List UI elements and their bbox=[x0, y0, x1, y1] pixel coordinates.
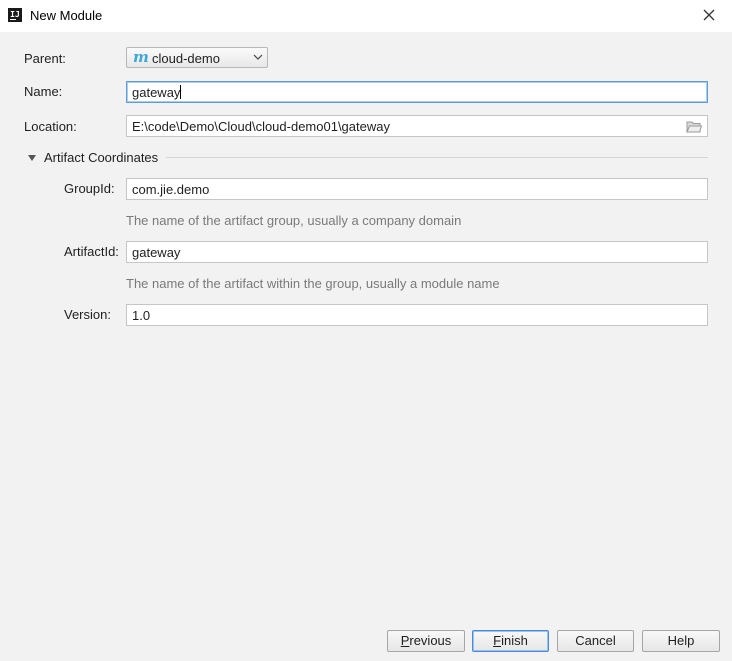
finish-mnemonic: F bbox=[493, 633, 502, 648]
help-button[interactable]: Help bbox=[642, 630, 720, 652]
artifactid-value: gateway bbox=[132, 245, 181, 260]
groupid-label: GroupId: bbox=[64, 181, 115, 196]
chevron-down-icon bbox=[253, 54, 263, 60]
groupid-field[interactable]: com.jie.demo bbox=[126, 178, 708, 200]
finish-button[interactable]: Finish bbox=[472, 630, 549, 652]
title-bar: IJ New Module bbox=[0, 0, 732, 32]
parent-dropdown[interactable]: m cloud-demo bbox=[126, 47, 268, 68]
previous-button[interactable]: Previous bbox=[387, 630, 465, 652]
version-field[interactable]: 1.0 bbox=[126, 304, 708, 326]
folder-browse-icon[interactable] bbox=[686, 120, 702, 133]
name-label: Name: bbox=[24, 84, 63, 99]
collapse-triangle-icon bbox=[28, 155, 36, 161]
artifactid-hint: The name of the artifact within the grou… bbox=[126, 276, 500, 291]
artifact-coordinates-label: Artifact Coordinates bbox=[44, 150, 159, 165]
close-icon bbox=[703, 9, 715, 21]
artifactid-label: ArtifactId: bbox=[64, 244, 119, 259]
intellij-app-icon: IJ bbox=[8, 8, 22, 22]
text-caret bbox=[180, 85, 182, 99]
finish-label: inish bbox=[501, 633, 528, 648]
artifactid-field[interactable]: gateway bbox=[126, 241, 708, 263]
version-label: Version: bbox=[64, 307, 111, 322]
close-button[interactable] bbox=[698, 5, 720, 25]
cancel-button[interactable]: Cancel bbox=[557, 630, 634, 652]
groupid-hint: The name of the artifact group, usually … bbox=[126, 213, 462, 228]
groupid-value: com.jie.demo bbox=[132, 182, 210, 197]
location-label: Location: bbox=[24, 119, 77, 134]
name-value: gateway bbox=[132, 85, 181, 100]
location-value: E:\code\Demo\Cloud\cloud-demo01\gateway bbox=[132, 119, 390, 134]
parent-value: cloud-demo bbox=[152, 51, 220, 66]
version-value: 1.0 bbox=[132, 308, 151, 323]
parent-label: Parent: bbox=[24, 51, 66, 66]
section-divider bbox=[166, 157, 708, 158]
name-field[interactable]: gateway bbox=[126, 81, 708, 103]
window-title: New Module bbox=[30, 8, 103, 23]
maven-m-icon: m bbox=[133, 48, 149, 66]
location-field[interactable]: E:\code\Demo\Cloud\cloud-demo01\gateway bbox=[126, 115, 708, 137]
previous-label: revious bbox=[409, 633, 452, 648]
